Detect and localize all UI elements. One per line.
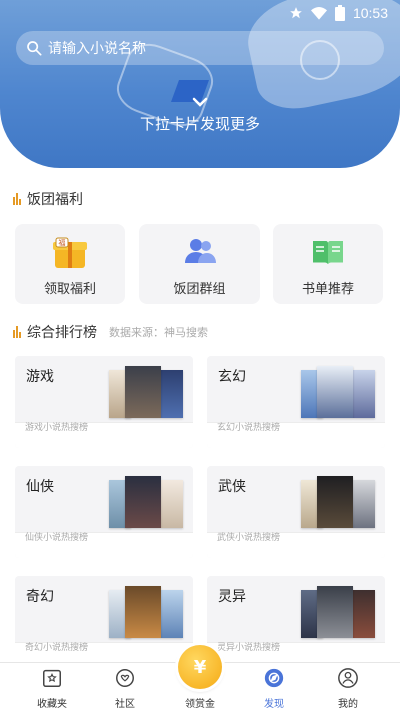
profile-icon [338, 668, 358, 688]
book-covers [103, 366, 183, 422]
search-icon [27, 41, 42, 56]
ranking-name: 武侠 [218, 479, 246, 495]
ranking-title: 综合排行榜 [27, 325, 97, 341]
ranking-card-supernatural[interactable]: 灵异 灵异小说热搜榜 [207, 576, 385, 668]
chevron-down-icon [192, 97, 208, 107]
book-covers [295, 476, 375, 532]
ranking-name: 玄幻 [218, 369, 246, 385]
title-bars-icon [13, 326, 21, 338]
ranking-desc: 武侠小说热搜榜 [217, 533, 281, 543]
ranking-source: 数据来源：神马搜索 [109, 326, 208, 339]
title-bars-icon [13, 193, 21, 205]
ranking-card-wuxia[interactable]: 武侠 武侠小说热搜榜 [207, 466, 385, 558]
search-input[interactable]: 请输入小说名称 [16, 31, 384, 65]
book-cover [353, 370, 375, 418]
wifi-icon [310, 7, 327, 20]
pull-down-hint[interactable]: 下拉卡片发现更多 [0, 97, 400, 134]
book-icon [313, 241, 343, 264]
star-icon [290, 7, 302, 19]
book-cover [317, 366, 353, 418]
ranking-name: 仙侠 [26, 479, 54, 495]
ranking-name: 奇幻 [26, 589, 54, 605]
book-cover [125, 366, 161, 418]
svg-text:福: 福 [59, 238, 66, 247]
tab-label: 我的 [338, 699, 358, 710]
ranking-name: 游戏 [26, 369, 54, 385]
coin-icon[interactable]: ¥ [178, 645, 222, 689]
book-cover [161, 590, 183, 638]
book-cover [161, 370, 183, 418]
benefit-card-group[interactable]: 饭团群组 [139, 224, 260, 304]
group-users-icon [184, 239, 216, 263]
ranking-desc: 奇幻小说热搜榜 [25, 643, 89, 653]
book-cover [125, 586, 161, 638]
community-icon [116, 669, 134, 687]
tab-discover[interactable]: 发现 [244, 667, 304, 710]
search-placeholder: 请输入小说名称 [48, 41, 146, 57]
book-covers [295, 586, 375, 642]
ranking-desc: 游戏小说热搜榜 [25, 423, 89, 433]
ranking-name: 灵异 [218, 589, 246, 605]
benefit-card-welfare[interactable]: 福 领取福利 [15, 224, 125, 304]
tab-profile[interactable]: 我的 [318, 667, 378, 710]
ranking-card-xianxia[interactable]: 仙侠 仙侠小说热搜榜 [15, 466, 193, 558]
book-cover [353, 480, 375, 528]
tab-label: 发现 [264, 699, 284, 710]
benefit-label: 书单推荐 [301, 282, 354, 297]
status-time: 10:53 [352, 5, 388, 21]
tab-community[interactable]: 社区 [95, 667, 155, 710]
battery-icon [334, 5, 345, 21]
tab-bookshelf[interactable]: 收藏夹 [22, 667, 82, 710]
benefit-label: 饭团群组 [173, 282, 226, 297]
header-banner [0, 0, 400, 168]
ranking-card-magic[interactable]: 奇幻 奇幻小说热搜榜 [15, 576, 193, 668]
book-cover [353, 590, 375, 638]
ranking-desc: 仙侠小说热搜榜 [25, 533, 89, 543]
discover-icon [264, 668, 284, 688]
gift-box-icon: 福 [53, 237, 87, 268]
benefits-title: 饭团福利 [27, 192, 83, 208]
ranking-card-fantasy[interactable]: 玄幻 玄幻小说热搜榜 [207, 356, 385, 448]
ranking-desc: 灵异小说热搜榜 [217, 643, 281, 653]
ranking-card-game[interactable]: 游戏 游戏小说热搜榜 [15, 356, 193, 448]
benefit-label: 领取福利 [43, 282, 96, 297]
book-cover [125, 476, 161, 528]
tab-label: 社区 [115, 699, 135, 710]
bookshelf-icon [43, 669, 61, 687]
benefits-section-title: 饭团福利 [13, 189, 83, 209]
pull-hint-text: 下拉卡片发现更多 [139, 115, 260, 133]
tab-label: 领赏金 [185, 699, 215, 710]
tab-label: 收藏夹 [37, 699, 67, 710]
book-covers [295, 366, 375, 422]
book-cover [317, 586, 353, 638]
ranking-desc: 玄幻小说热搜榜 [217, 423, 281, 433]
status-bar: 10:53 [289, 4, 388, 22]
ranking-section-title: 综合排行榜 数据来源：神马搜索 [13, 322, 208, 342]
book-covers [103, 476, 183, 532]
book-cover [317, 476, 353, 528]
book-covers [103, 586, 183, 642]
book-cover [161, 480, 183, 528]
benefit-card-booklist[interactable]: 书单推荐 [273, 224, 383, 304]
